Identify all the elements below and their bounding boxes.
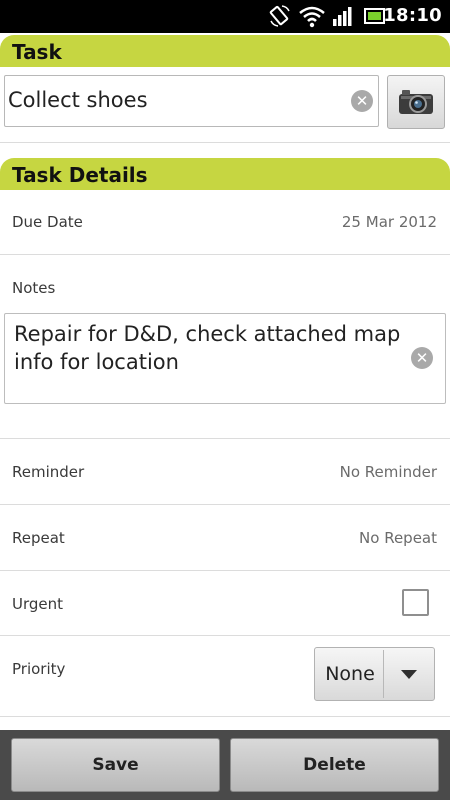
camera-button[interactable] [387, 75, 445, 129]
task-section-header: Task [0, 35, 450, 67]
divider [0, 142, 450, 143]
task-section-title: Task [12, 40, 62, 64]
repeat-label: Repeat [12, 529, 65, 547]
urgent-label: Urgent [12, 595, 64, 613]
delete-button[interactable]: Delete [230, 738, 439, 792]
clear-icon[interactable]: ✕ [411, 347, 433, 369]
task-name-value: Collect shoes [8, 88, 148, 112]
reminder-value[interactable]: No Reminder [340, 463, 437, 481]
camera-icon [398, 88, 434, 120]
urgent-checkbox[interactable] [402, 589, 429, 616]
due-date-label: Due Date [12, 213, 83, 231]
select-separator [383, 650, 384, 698]
details-section-header: Task Details [0, 158, 450, 190]
priority-select[interactable]: None [314, 647, 435, 701]
divider [0, 716, 450, 717]
divider [0, 254, 450, 255]
divider [0, 570, 450, 571]
notes-input[interactable]: Repair for D&D, check attached map info … [4, 313, 446, 404]
notes-value: Repair for D&D, check attached map info … [14, 322, 401, 374]
wifi-icon [298, 5, 326, 33]
signal-icon [332, 5, 354, 31]
status-bar: 18:10 [0, 0, 450, 33]
chevron-down-icon [401, 670, 417, 679]
reminder-label: Reminder [12, 463, 85, 481]
bottom-action-bar: Save Delete [0, 730, 450, 800]
divider [0, 635, 450, 636]
save-button[interactable]: Save [11, 738, 220, 792]
task-name-input[interactable]: Collect shoes ✕ [4, 75, 379, 127]
divider [0, 438, 450, 439]
due-date-value[interactable]: 25 Mar 2012 [342, 213, 437, 231]
screen-rotation-icon [269, 5, 291, 31]
clear-icon[interactable]: ✕ [351, 90, 373, 112]
details-section-title: Task Details [12, 163, 148, 187]
divider [0, 504, 450, 505]
notes-label: Notes [12, 279, 56, 297]
priority-value: None [325, 663, 375, 685]
repeat-value[interactable]: No Repeat [359, 529, 437, 547]
status-time: 18:10 [383, 5, 442, 26]
priority-label: Priority [12, 660, 66, 678]
